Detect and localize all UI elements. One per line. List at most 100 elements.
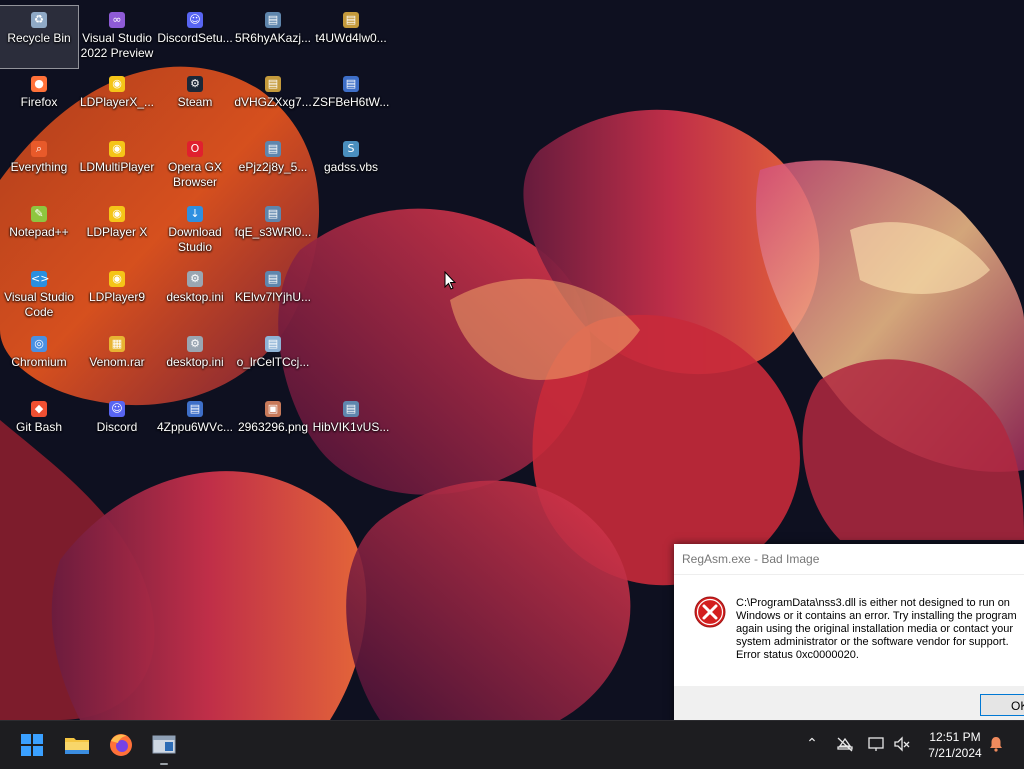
chromium-icon: ◎	[31, 336, 47, 352]
desktop-icon[interactable]: ▤ o_lrCelTCcj...	[234, 330, 312, 392]
download-studio-icon: ↓	[187, 206, 203, 222]
desktop-icon[interactable]: ◎ Chromium	[0, 330, 78, 392]
desktop-icon[interactable]: ⚙ desktop.ini	[156, 265, 234, 327]
file-explorer-icon[interactable]	[61, 729, 93, 761]
ldplayer-icon: ◉	[109, 206, 125, 222]
desktop-icon[interactable]: ✎ Notepad++	[0, 200, 78, 262]
display-icon[interactable]	[867, 735, 885, 753]
running-indicator	[160, 763, 168, 765]
file-icon: ▤	[265, 336, 281, 352]
ldplayer-icon: ◉	[109, 76, 125, 92]
firefox-icon: ●	[31, 76, 47, 92]
settings-file-icon: ⚙	[187, 271, 203, 287]
script-icon: S	[343, 141, 359, 157]
desktop-icon[interactable]: ▤ 5R6hyAKazj...	[234, 6, 312, 68]
desktop-icon-label: Chromium	[11, 355, 67, 369]
desktop-icon-label: desktop.ini	[166, 355, 224, 369]
file-icon: ▤	[265, 206, 281, 222]
notification-bell-icon[interactable]	[987, 735, 1005, 753]
clock-time: 12:51 PM	[929, 730, 981, 744]
desktop-icon-label: 4Zppu6WVc...	[156, 420, 234, 434]
desktop-icon-label: dVHGZXxg7...	[234, 95, 312, 109]
desktop-icon[interactable]: ▤ fqE_s3WRl0...	[234, 200, 312, 262]
desktop-icon-label: DiscordSetu...	[157, 31, 233, 45]
firefox-icon[interactable]	[105, 729, 137, 761]
ok-button[interactable]: OK	[980, 694, 1024, 716]
image-file-icon: ▣	[265, 401, 281, 417]
desktop-icon[interactable]: ⚙ desktop.ini	[156, 330, 234, 392]
chevron-up-icon[interactable]: ⌃	[803, 735, 821, 753]
desktop-icon-label: 2963296.png	[237, 420, 309, 434]
dialog-message-line: system administrator or the software ven…	[736, 636, 1009, 648]
desktop-icon[interactable]: ◆ Git Bash	[0, 395, 78, 457]
desktop-icon[interactable]: ▤ 4Zppu6WVc...	[156, 395, 234, 457]
notepad-plus-plus-icon: ✎	[31, 206, 47, 222]
network-off-icon[interactable]	[836, 735, 854, 753]
clock-date: 7/21/2024	[928, 746, 982, 760]
recycle-bin-icon: ♻	[31, 12, 47, 28]
dialog-message-line: C:\ProgramData\nss3.dll is either not de…	[736, 597, 1010, 609]
desktop-icon-label: KElvv7lYjhU...	[234, 290, 312, 304]
app-window-icon[interactable]	[148, 729, 180, 761]
settings-file-icon: ⚙	[187, 336, 203, 352]
desktop-icon-label: LDPlayer X	[86, 225, 148, 239]
dialog-titlebar[interactable]: RegAsm.exe - Bad Image	[674, 544, 1024, 575]
desktop-icon-label: LDPlayer9	[88, 290, 146, 304]
desktop-icon-label: ePjz2j8y_5...	[238, 160, 308, 174]
windows-start-icon[interactable]	[16, 729, 48, 761]
desktop-icon[interactable]: ▤ ePjz2j8y_5...	[234, 135, 312, 197]
desktop-icon[interactable]: ⚙ Steam	[156, 70, 234, 132]
desktop-icon-label: o_lrCelTCcj...	[236, 355, 310, 369]
desktop-icon-label: Notepad++	[9, 225, 69, 239]
mouse-cursor-icon	[444, 271, 456, 290]
desktop-icon[interactable]: O Opera GX Browser	[156, 135, 234, 197]
volume-muted-icon[interactable]	[893, 735, 911, 753]
desktop-icon[interactable]: ↓ Download Studio	[156, 200, 234, 262]
desktop-icon[interactable]: ☺ DiscordSetu...	[156, 6, 234, 68]
desktop-icon[interactable]: ∞ Visual Studio 2022 Preview	[78, 6, 156, 68]
desktop-icon[interactable]: ◉ LDPlayer X	[78, 200, 156, 262]
desktop-icon[interactable]: ⌕ Everything	[0, 135, 78, 197]
desktop-icon-label: Download Studio	[168, 225, 222, 254]
vscode-icon: <>	[31, 271, 50, 287]
desktop-icon-label: gadss.vbs	[323, 160, 379, 174]
desktop-icon-label: Opera GX Browser	[167, 160, 223, 189]
desktop-icon-label: Steam	[177, 95, 213, 109]
desktop-icon-label: HibVIK1vUS...	[312, 420, 390, 434]
file-icon: ▤	[265, 141, 281, 157]
system-clock[interactable]: 12:51 PM 7/21/2024	[918, 729, 992, 761]
desktop-icon-label: Firefox	[20, 95, 58, 109]
desktop-icon[interactable]: ♻ Recycle Bin	[0, 5, 79, 69]
visual-studio-icon: ∞	[109, 12, 125, 28]
desktop-icon[interactable]: ▣ 2963296.png	[234, 395, 312, 457]
desktop-icon[interactable]: ▤ KElvv7lYjhU...	[234, 265, 312, 327]
desktop-icon-label: Visual Studio Code	[4, 290, 74, 319]
discord-icon: ☺	[109, 401, 125, 417]
desktop-icon[interactable]: ▦ Venom.rar	[78, 330, 156, 392]
discord-icon: ☺	[187, 12, 203, 28]
desktop-icon-label: 5R6hyAKazj...	[234, 31, 312, 45]
desktop-icon[interactable]: ● Firefox	[0, 70, 78, 132]
archive-icon: ▦	[109, 336, 125, 352]
desktop-icon[interactable]: ◉ LDMultiPlayer	[78, 135, 156, 197]
desktop-icon[interactable]: ☺ Discord	[78, 395, 156, 457]
desktop-icon[interactable]: ▤ HibVIK1vUS...	[312, 395, 390, 457]
desktop-icon-label: Everything	[10, 160, 68, 174]
error-icon	[694, 596, 726, 628]
desktop-icon-label: Discord	[96, 420, 138, 434]
dialog-message-line: again using the original installation me…	[736, 623, 1013, 635]
desktop-icon[interactable]: Sgadss.vbs	[312, 135, 390, 197]
desktop-icon[interactable]: ▤ t4UWd4lw0...	[312, 6, 390, 68]
desktop-icon[interactable]: ◉ LDPlayer9	[78, 265, 156, 327]
ldmultiplayer-icon: ◉	[109, 141, 125, 157]
desktop-icon[interactable]: ◉ LDPlayerX_...	[78, 70, 156, 132]
file-icon: ▤	[343, 401, 359, 417]
dialog-message-line: Error status 0xc0000020.	[736, 649, 859, 661]
desktop-icon[interactable]: ▤ dVHGZXxg7...	[234, 70, 312, 132]
desktop-icon-label: desktop.ini	[166, 290, 224, 304]
desktop-icon-label: LDPlayerX_...	[79, 95, 155, 109]
desktop-icon[interactable]: <> Visual Studio Code	[0, 265, 78, 327]
desktop-icon[interactable]: ▤ ZSFBeH6tW...	[312, 70, 390, 132]
file-icon: ▤	[265, 12, 281, 28]
everything-icon: ⌕	[31, 141, 47, 157]
